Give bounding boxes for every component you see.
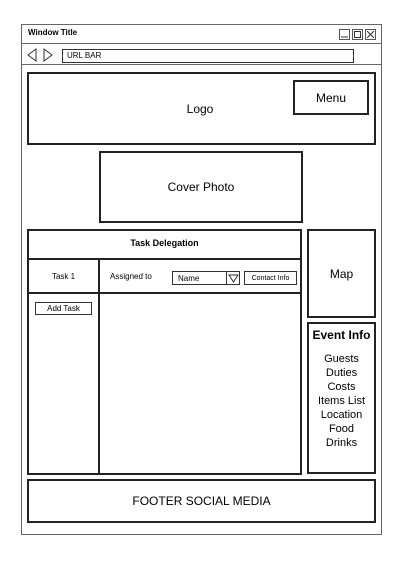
divider: [98, 258, 100, 473]
cover-photo: Cover Photo: [99, 151, 303, 223]
task-delegation-title: Task Delegation: [130, 238, 199, 248]
back-arrow-icon: [27, 48, 37, 62]
minimize-icon: [341, 36, 348, 38]
close-button[interactable]: [365, 29, 376, 40]
contact-info-button[interactable]: Contact Info: [244, 271, 297, 285]
window-title: Window Title: [28, 28, 78, 37]
assigned-to-label: Assigned to: [110, 272, 152, 281]
task-delegation-panel: [27, 229, 302, 475]
back-button[interactable]: [26, 48, 38, 62]
minimize-button[interactable]: [339, 29, 350, 40]
task-item[interactable]: Task 1: [29, 268, 98, 284]
forward-button[interactable]: [42, 48, 54, 62]
logo: Logo: [186, 102, 214, 116]
map[interactable]: Map: [307, 229, 376, 318]
assignee-selected-value: Name: [178, 274, 200, 283]
footer-social-media[interactable]: FOOTER SOCIAL MEDIA: [27, 479, 376, 523]
event-info-list: Guests Duties Costs Items List Location …: [309, 352, 374, 450]
maximize-icon: [354, 31, 361, 38]
maximize-button[interactable]: [352, 29, 363, 40]
event-info-item-costs[interactable]: Costs: [309, 380, 374, 394]
url-bar[interactable]: URL BAR: [62, 49, 354, 63]
event-info-item-food[interactable]: Food: [309, 422, 374, 436]
event-info-item-drinks[interactable]: Drinks: [309, 436, 374, 450]
close-icon: [366, 30, 375, 39]
divider: [29, 292, 300, 294]
divider: [226, 272, 227, 284]
add-task-button[interactable]: Add Task: [35, 302, 92, 315]
assignee-select[interactable]: Name: [172, 271, 240, 285]
event-info-title: Event Info: [312, 328, 371, 342]
event-info-item-guests[interactable]: Guests: [309, 352, 374, 366]
event-info-item-duties[interactable]: Duties: [309, 366, 374, 380]
event-info-item-items-list[interactable]: Items List: [309, 394, 374, 408]
forward-arrow-icon: [43, 48, 53, 62]
menu-button[interactable]: Menu: [293, 80, 369, 115]
chevron-down-icon: [228, 274, 239, 283]
divider: [29, 258, 300, 260]
event-info-item-location[interactable]: Location: [309, 408, 374, 422]
